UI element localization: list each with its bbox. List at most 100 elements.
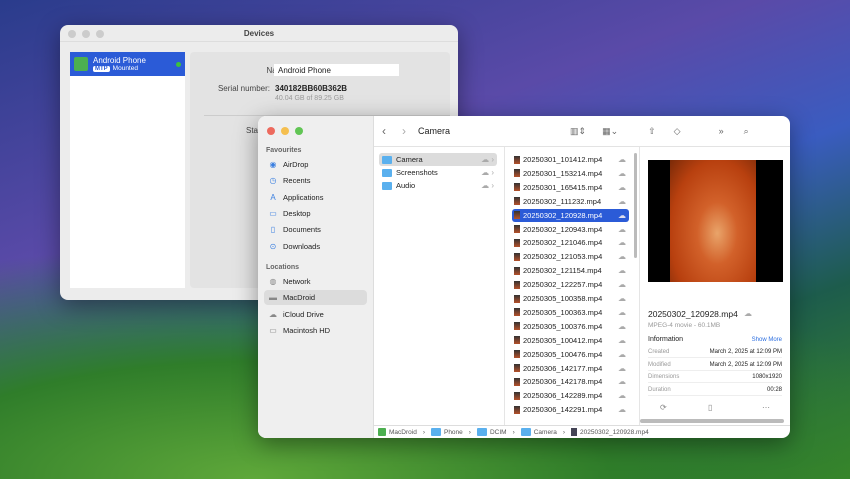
search-icon[interactable]: ⌕ [744,126,749,137]
rotate-icon[interactable]: ⟳ [660,403,667,412]
file-name: 20250305_100358.mp4 [523,294,603,303]
sidebar-item-recents[interactable]: ◷ Recents [264,173,367,188]
file-name: 20250306_142178.mp4 [523,377,603,387]
cloud-icon: ☁ [744,309,752,318]
sidebar-item-downloads[interactable]: ⊙ Downloads [264,239,367,254]
airdrop-icon: ◉ [269,160,277,169]
file-item[interactable]: 20250302_121053.mp4 ☁ [512,250,629,263]
serial-value: 340182BB60B362B [275,84,348,93]
info-value: 1080x1920 [752,374,782,380]
file-name: 20250305_100376.mp4 [523,321,603,331]
share-icon[interactable]: ⇧ [648,126,656,137]
sidebar-item-icloud-drive[interactable]: ☁ iCloud Drive [264,307,367,322]
path-segment[interactable]: DCIM › [476,428,518,436]
info-row: Dimensions 1080x1920 [648,374,782,383]
android-icon [74,57,88,71]
zoom-button[interactable] [96,30,104,38]
file-item[interactable]: 20250302_121154.mp4 ☁ [512,264,629,277]
info-key: Duration [648,386,671,393]
path-segment[interactable]: Phone › [430,428,474,436]
forward-button[interactable]: › [402,124,406,138]
file-name: 20250302_121046.mp4 [523,238,603,248]
file-name: 20250302_111232.mp4 [523,196,602,206]
file-item[interactable]: 20250302_122257.mp4 ☁ [512,278,629,291]
more-options-icon[interactable]: ⋯ [762,403,770,412]
file-item[interactable]: 20250306_142289.mp4 ☁ [512,389,629,402]
cloud-icon: ☁ › [481,155,494,164]
sidebar-item-label: Network [283,277,311,286]
storage-text: 40.04 GB of 89.25 GB [275,95,344,102]
file-name: 20250305_100476.mp4 [523,349,603,359]
file-item[interactable]: 20250306_142178.mp4 ☁ [512,375,629,388]
info-row: Duration 00:28 [648,387,782,396]
file-item[interactable]: 20250301_165415.mp4 ☁ [512,181,629,194]
path-label: Phone [443,428,463,436]
sidebar-item-applications[interactable]: A Applications [264,190,367,205]
file-item[interactable]: 20250305_100363.mp4 ☁ [512,306,629,319]
info-row: Modified March 2, 2025 at 12:09 PM [648,362,782,371]
file-item[interactable]: 20250305_100412.mp4 ☁ [512,334,629,347]
minimize-button[interactable] [281,127,289,135]
sidebar-item-network[interactable]: ◍ Network [264,274,367,289]
horizontal-scrollbar[interactable] [640,419,784,423]
zoom-button[interactable] [295,127,303,135]
file-item[interactable]: 20250301_101412.mp4 ☁ [512,153,629,166]
info-key: Created [648,349,670,355]
scrollbar[interactable] [634,153,637,258]
folder-item[interactable]: Camera ☁ › [379,153,497,166]
trim-icon[interactable]: ▯ [708,403,712,412]
file-item[interactable]: 20250302_111232.mp4 ☁ [512,195,629,208]
cloud-icon: ☁ [618,391,626,401]
folder-title: Camera [418,126,451,136]
cloud-icon: ☁ [618,168,626,178]
video-thumbnail-icon [514,169,520,178]
sidebar-item-macdroid[interactable]: ▬ MacDroid [264,290,367,306]
video-thumbnail-icon [514,391,520,400]
folder-name: Camera [396,155,423,164]
file-item[interactable]: 20250305_100476.mp4 ☁ [512,348,629,361]
sidebar: Favourites ◉ AirDrop ◷ Recents A Applications… [258,116,374,438]
path-label: 20250302_120928.mp4 [580,428,649,436]
tag-icon[interactable]: ◇ [674,126,681,137]
sidebar-item-label: Desktop [283,208,311,218]
serial-label: Serial number: [217,84,270,93]
back-button[interactable]: ‹ [382,124,386,138]
show-more-link[interactable]: Show More [752,337,782,343]
name-field[interactable]: Android Phone [274,64,399,76]
file-item[interactable]: 20250301_153214.mp4 ☁ [512,167,629,180]
file-item[interactable]: 20250305_100376.mp4 ☁ [512,320,629,333]
path-segment[interactable]: 20250302_120928.mp4 [571,428,649,436]
file-item[interactable]: 20250306_142177.mp4 ☁ [512,362,629,375]
video-file-icon [571,428,578,436]
path-label: Camera [533,428,557,436]
chevron-right-icon: › [468,428,471,436]
info-key: Modified [648,361,671,368]
file-item[interactable]: 20250302_120928.mp4 ☁ [512,208,629,222]
cloud-icon: ☁ [618,363,626,373]
video-thumbnail-icon [514,405,520,414]
group-icon[interactable]: ▦⌄ [602,126,618,137]
download-icon: ⊙ [269,241,277,251]
device-list: Android Phone MTP Mounted [70,52,185,288]
sidebar-item-documents[interactable]: ▯ Documents [264,222,367,237]
cloud-icon: ☁ [618,238,626,248]
file-item[interactable]: 20250306_142291.mp4 ☁ [512,403,629,416]
folder-item[interactable]: Screenshots ☁ › [379,166,497,179]
minimize-button[interactable] [82,30,90,38]
sidebar-item-airdrop[interactable]: ◉ AirDrop [264,157,367,172]
path-segment[interactable]: MacDroid › [378,428,428,436]
sidebar-item-macintosh-hd[interactable]: ▭ Macintosh HD [264,323,367,338]
folder-item[interactable]: Audio ☁ › [379,179,497,192]
view-columns-icon[interactable]: ▥⇕ [570,126,586,137]
close-button[interactable] [267,127,275,135]
device-item[interactable]: Android Phone MTP Mounted [70,52,185,76]
file-item[interactable]: 20250302_120943.mp4 ☁ [512,223,629,236]
more-icon[interactable]: » [719,126,724,136]
close-button[interactable] [68,30,76,38]
sidebar-item-label: Documents [283,225,321,235]
sidebar-item-desktop[interactable]: ▭ Desktop [264,206,367,221]
info-value: March 2, 2025 at 12:09 PM [709,349,782,355]
path-segment[interactable]: Camera › [520,428,568,436]
file-item[interactable]: 20250302_121046.mp4 ☁ [512,236,629,249]
file-item[interactable]: 20250305_100358.mp4 ☁ [512,292,629,305]
